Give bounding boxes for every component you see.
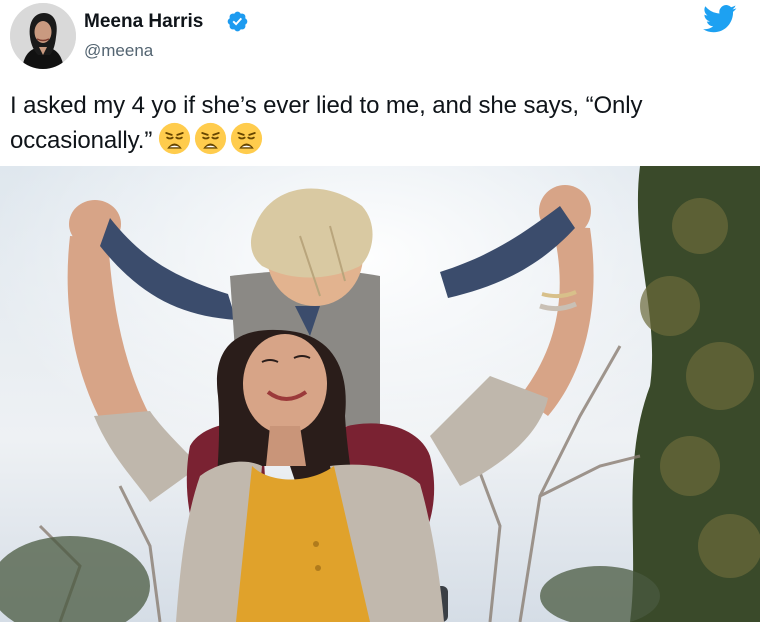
tweet-card: Meena Harris @meena I asked my 4 yo if s…	[0, 0, 760, 166]
emoji-group	[158, 122, 263, 155]
weary-face-emoji-icon	[195, 122, 227, 155]
tweet-body: I asked my 4 yo if she’s ever lied to me…	[10, 92, 643, 154]
twitter-bird-icon[interactable]	[703, 4, 737, 34]
photo-illustration	[0, 166, 760, 622]
author-name[interactable]: Meena Harris	[84, 11, 203, 33]
verified-badge-icon	[227, 11, 248, 32]
author-handle[interactable]: @meena	[84, 41, 153, 61]
tweet-text: I asked my 4 yo if she’s ever lied to me…	[10, 89, 750, 157]
avatar[interactable]	[10, 3, 76, 69]
weary-face-emoji-icon	[231, 122, 263, 155]
tweet-photo[interactable]	[0, 166, 760, 622]
weary-face-emoji-icon	[159, 122, 191, 155]
